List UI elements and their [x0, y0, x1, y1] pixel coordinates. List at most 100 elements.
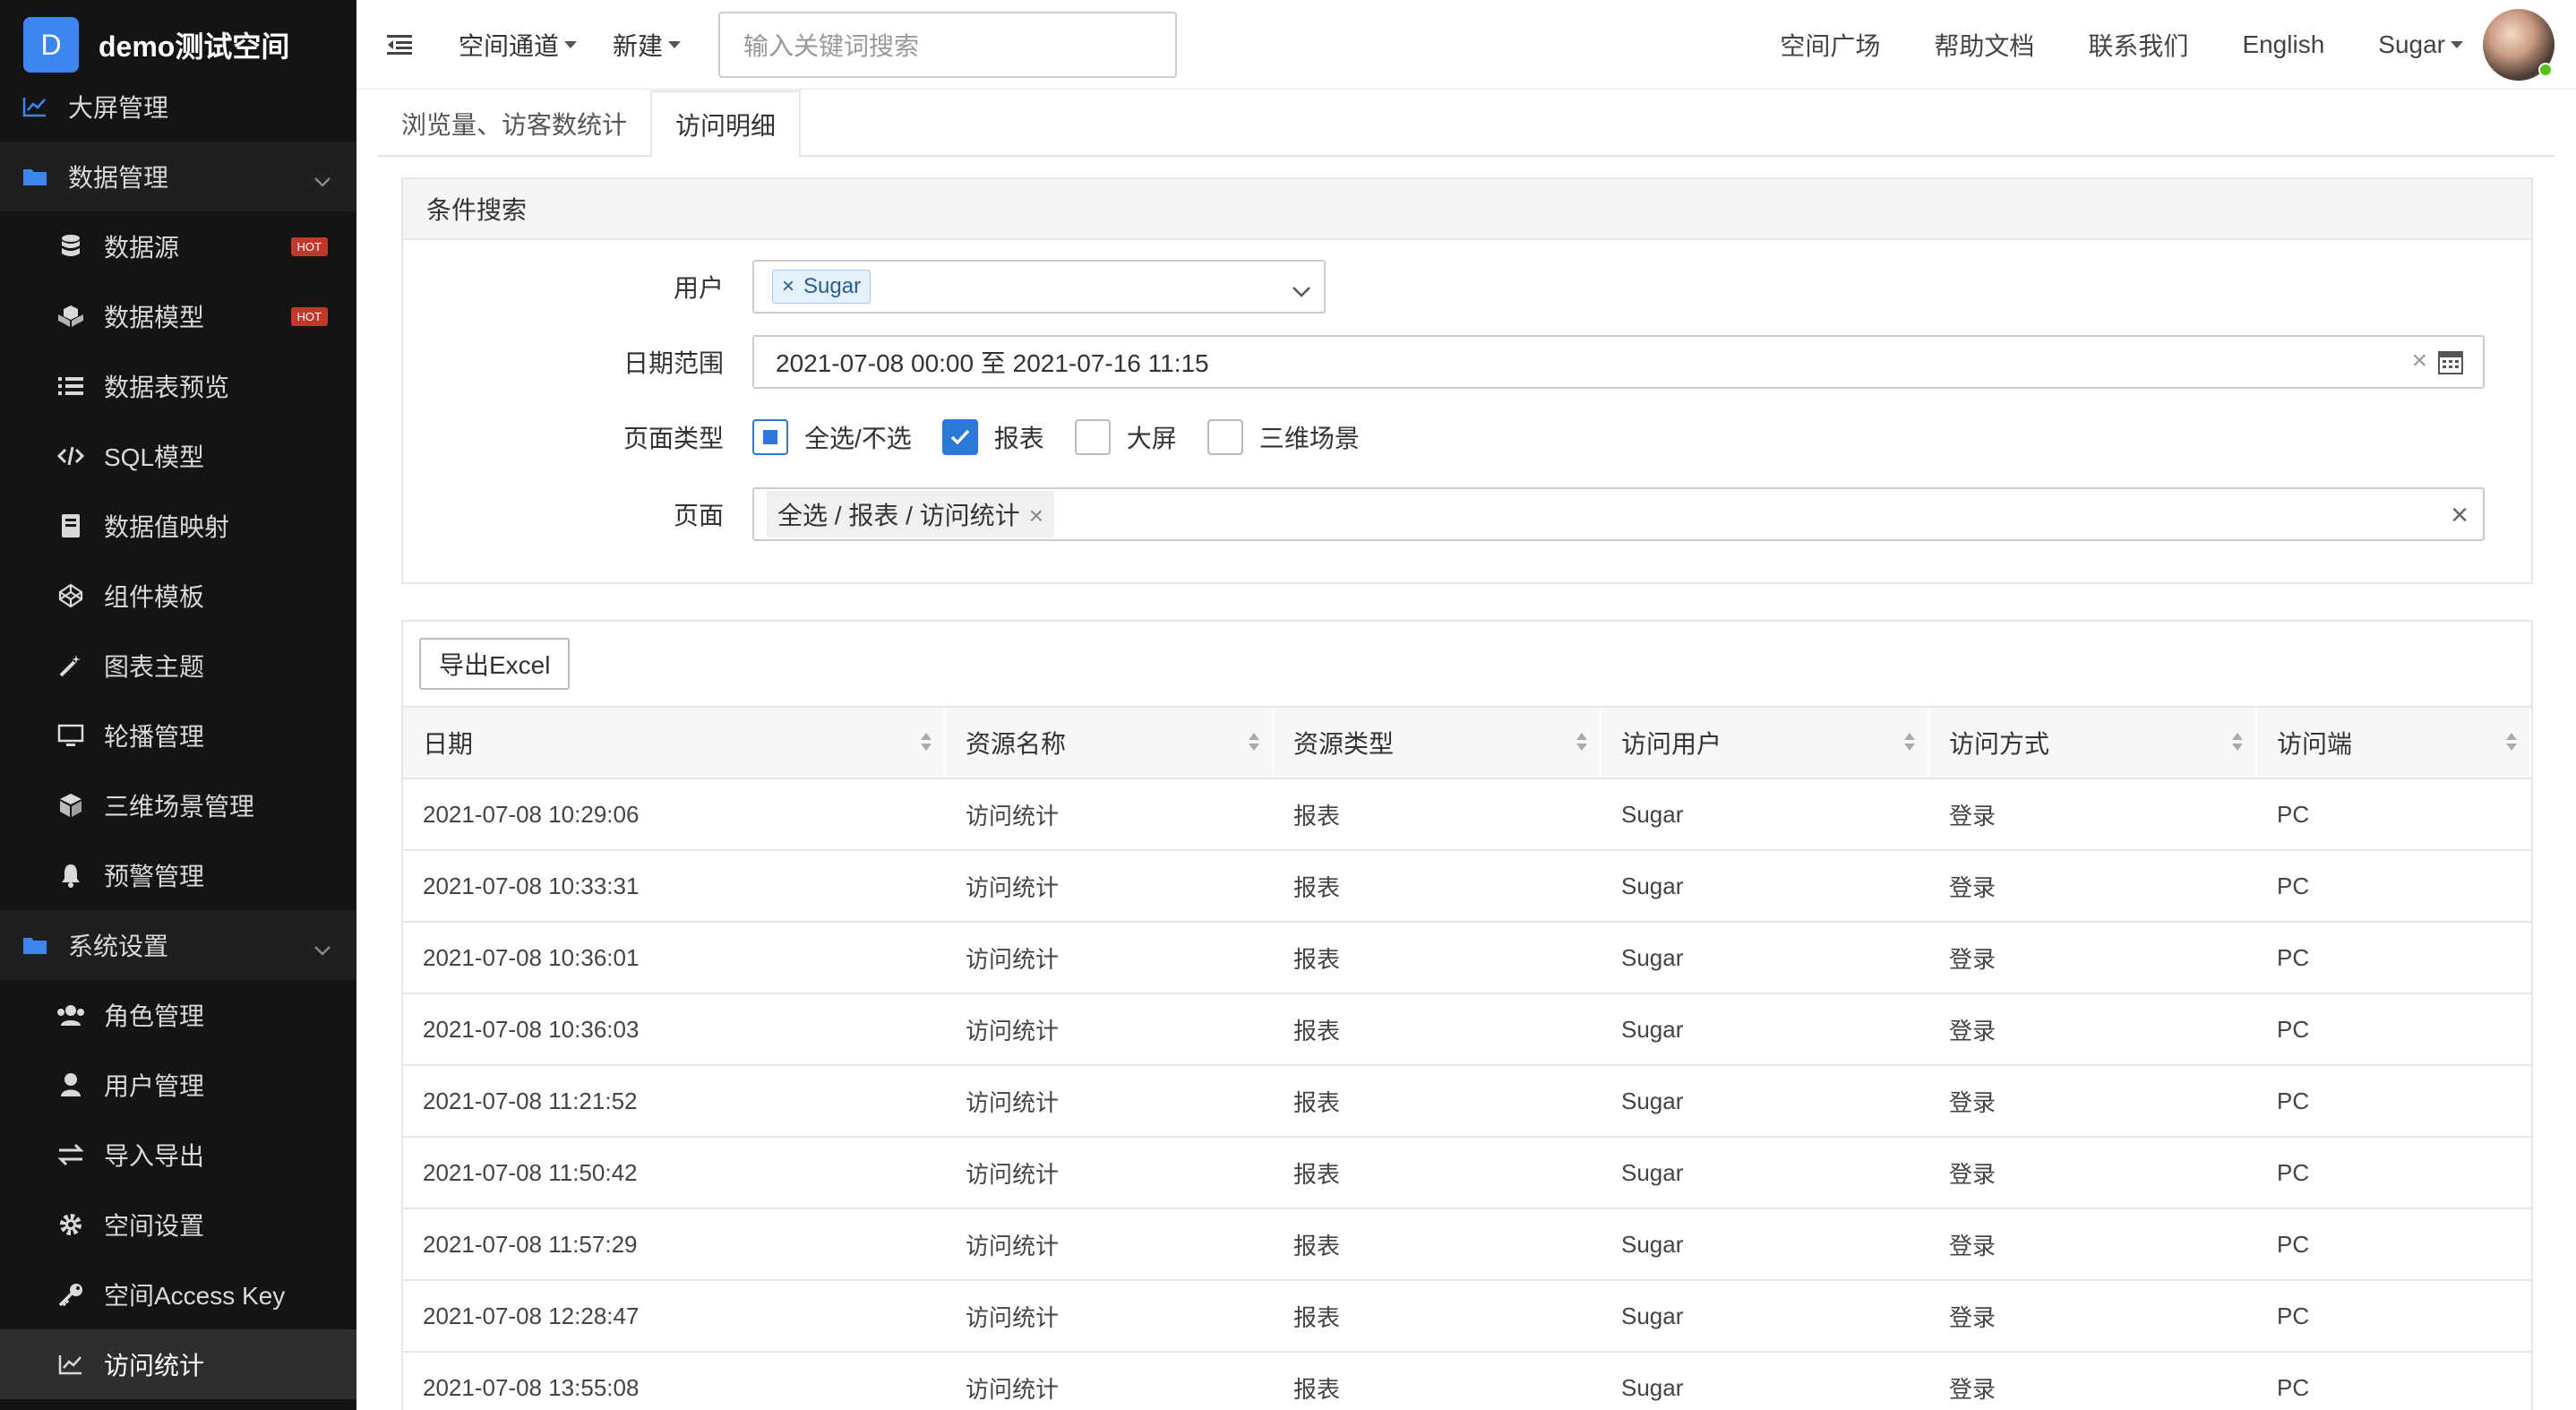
sidebar-item-18[interactable]: 访问统计	[0, 1329, 356, 1399]
checkbox-label: 三维场景	[1258, 425, 1360, 452]
page-chip[interactable]: 全选 / 报表 / 访问统计 ×	[767, 491, 1055, 537]
sort-icon[interactable]	[1576, 733, 1587, 751]
column-header[interactable]: 访问方式	[1929, 708, 2257, 778]
column-header[interactable]: 访问端	[2257, 708, 2531, 778]
link-help-docs[interactable]: 帮助文档	[1934, 27, 2034, 63]
user-menu[interactable]: Sugar	[2378, 30, 2463, 59]
table-row[interactable]: 2021-07-08 10:36:03 访问统计 报表 Sugar 登录 PC	[403, 994, 2531, 1066]
sidebar-item-13[interactable]: 角色管理	[0, 980, 356, 1050]
sort-icon[interactable]	[2232, 733, 2243, 751]
database-icon	[56, 231, 86, 262]
sidebar-group-12[interactable]: 系统设置	[0, 910, 356, 980]
clear-icon[interactable]: ×	[2411, 346, 2427, 376]
user-select[interactable]: × Sugar	[752, 260, 1326, 314]
magic-wand-icon	[56, 650, 86, 681]
chevron-down-icon[interactable]	[1292, 276, 1311, 305]
page-cascader[interactable]: 全选 / 报表 / 访问统计 × ×	[752, 487, 2485, 541]
calendar-icon[interactable]	[2438, 349, 2463, 381]
book-icon	[56, 511, 86, 541]
user-tag-label: Sugar	[803, 274, 862, 298]
sidebar-item-15[interactable]: 导入导出	[0, 1120, 356, 1190]
empty-checkbox[interactable]	[1074, 419, 1111, 455]
folder-icon	[20, 161, 50, 192]
checkbox-label: 报表	[993, 425, 1044, 452]
sidebar-item-8[interactable]: 图表主题	[0, 631, 356, 701]
sidebar-item-6[interactable]: 数据值映射	[0, 491, 356, 561]
column-header[interactable]: 资源类型	[1274, 708, 1601, 778]
table-row[interactable]: 2021-07-08 10:33:31 访问统计 报表 Sugar 登录 PC	[403, 851, 2531, 923]
user-icon	[56, 1070, 86, 1100]
checkbox-3d-scene[interactable]: 三维场景	[1206, 419, 1360, 455]
table-panel: 导出Excel 日期 资源名称 资源类型 访问用户 访问方式 访问端 2021-07-08…	[401, 620, 2533, 1410]
empty-checkbox[interactable]	[1206, 419, 1243, 455]
table-row[interactable]: 2021-07-08 10:29:06 访问统计 报表 Sugar 登录 PC	[403, 779, 2531, 851]
sidebar-group-1[interactable]: 数据管理	[0, 142, 356, 211]
exchange-icon	[56, 1139, 86, 1170]
table-row[interactable]: 2021-07-08 12:28:47 访问统计 报表 Sugar 登录 PC	[403, 1281, 2531, 1353]
sidebar-item-label: 数据管理	[68, 164, 169, 192]
sidebar-item-2[interactable]: 数据源 HOT	[0, 211, 356, 281]
avatar[interactable]	[2483, 9, 2555, 81]
sidebar-item-label: 大屏管理	[68, 94, 169, 122]
sort-icon[interactable]	[1904, 733, 1915, 751]
table-row[interactable]: 2021-07-08 11:21:52 访问统计 报表 Sugar 登录 PC	[403, 1066, 2531, 1138]
checkbox-report[interactable]: 报表	[941, 419, 1044, 455]
sidebar-item-5[interactable]: SQL模型	[0, 421, 356, 491]
table-cell: 登录	[1949, 945, 1996, 973]
table-cell: 报表	[1293, 1375, 1341, 1403]
table-body: 2021-07-08 10:29:06 访问统计 报表 Sugar 登录 PC 2021-0…	[403, 779, 2531, 1410]
column-header[interactable]: 访问用户	[1601, 708, 1929, 778]
tab-views-visitors[interactable]: 浏览量、访客数统计	[378, 90, 650, 157]
sort-icon[interactable]	[1249, 733, 1259, 751]
indeterminate-checkbox[interactable]	[752, 419, 788, 455]
checkbox-bigscreen[interactable]: 大屏	[1074, 419, 1177, 455]
table-cell: 报表	[1293, 1017, 1341, 1045]
sidebar-item-0[interactable]: 大屏管理	[0, 72, 356, 142]
sidebar-item-7[interactable]: 组件模板	[0, 561, 356, 631]
sidebar-item-11[interactable]: 预警管理	[0, 840, 356, 910]
user-tag[interactable]: × Sugar	[772, 270, 872, 304]
sort-icon[interactable]	[2506, 733, 2517, 751]
chevron-down-icon[interactable]	[313, 933, 331, 962]
column-header-label: 访问用户	[1621, 730, 1722, 758]
sidebar-item-17[interactable]: 空间Access Key	[0, 1260, 356, 1329]
search-input[interactable]: 输入关键词搜索	[718, 11, 1178, 78]
date-range-input[interactable]: 2021-07-08 00:00 至 2021-07-16 11:15 ×	[752, 335, 2485, 389]
link-language-english[interactable]: English	[2242, 30, 2324, 59]
table-cell: 2021-07-08 10:29:06	[423, 800, 640, 828]
remove-chip-icon[interactable]: ×	[1029, 502, 1043, 529]
checkmark-icon[interactable]	[941, 419, 978, 455]
filter-row-page: 页面 全选 / 报表 / 访问统计 × ×	[403, 487, 2485, 541]
sidebar-item-14[interactable]: 用户管理	[0, 1050, 356, 1120]
sort-icon[interactable]	[921, 733, 932, 751]
table-row[interactable]: 2021-07-08 13:55:08 访问统计 报表 Sugar 登录 PC	[403, 1353, 2531, 1410]
tab-visit-details[interactable]: 访问明细	[650, 90, 802, 159]
checkbox-select-all[interactable]: 全选/不选	[752, 419, 912, 455]
table-row[interactable]: 2021-07-08 11:50:42 访问统计 报表 Sugar 登录 PC	[403, 1138, 2531, 1209]
space-channel-menu[interactable]: 空间通道	[459, 27, 578, 63]
link-contact-us[interactable]: 联系我们	[2088, 27, 2188, 63]
table-row[interactable]: 2021-07-08 10:36:01 访问统计 报表 Sugar 登录 PC	[403, 923, 2531, 994]
link-space-plaza[interactable]: 空间广场	[1780, 27, 1880, 63]
page-filter-label: 页面	[673, 502, 724, 529]
table-cell: Sugar	[1621, 1015, 1684, 1043]
column-header[interactable]: 日期	[403, 708, 946, 778]
table-cell: 登录	[1949, 802, 1996, 830]
export-excel-button[interactable]: 导出Excel	[419, 638, 571, 690]
sidebar-item-3[interactable]: 数据模型 HOT	[0, 281, 356, 351]
table-row[interactable]: 2021-07-08 11:57:29 访问统计 报表 Sugar 登录 PC	[403, 1209, 2531, 1281]
sidebar-item-9[interactable]: 轮播管理	[0, 701, 356, 770]
table-cell: PC	[2277, 872, 2310, 899]
sidebar-item-10[interactable]: 三维场景管理	[0, 770, 356, 840]
sidebar-toggle-icon[interactable]	[387, 30, 417, 60]
table-cell: 访问统计	[966, 945, 1060, 973]
column-header[interactable]: 资源名称	[946, 708, 1274, 778]
chevron-down-icon[interactable]	[313, 165, 331, 193]
sidebar-item-16[interactable]: 空间设置	[0, 1190, 356, 1260]
sidebar-item-label: 数据表预览	[104, 374, 230, 401]
chart-line-icon	[20, 91, 50, 122]
clear-icon[interactable]: ×	[2451, 498, 2469, 533]
sidebar-item-4[interactable]: 数据表预览	[0, 351, 356, 421]
create-new-menu[interactable]: 新建	[613, 27, 682, 63]
remove-tag-icon[interactable]: ×	[782, 274, 794, 298]
